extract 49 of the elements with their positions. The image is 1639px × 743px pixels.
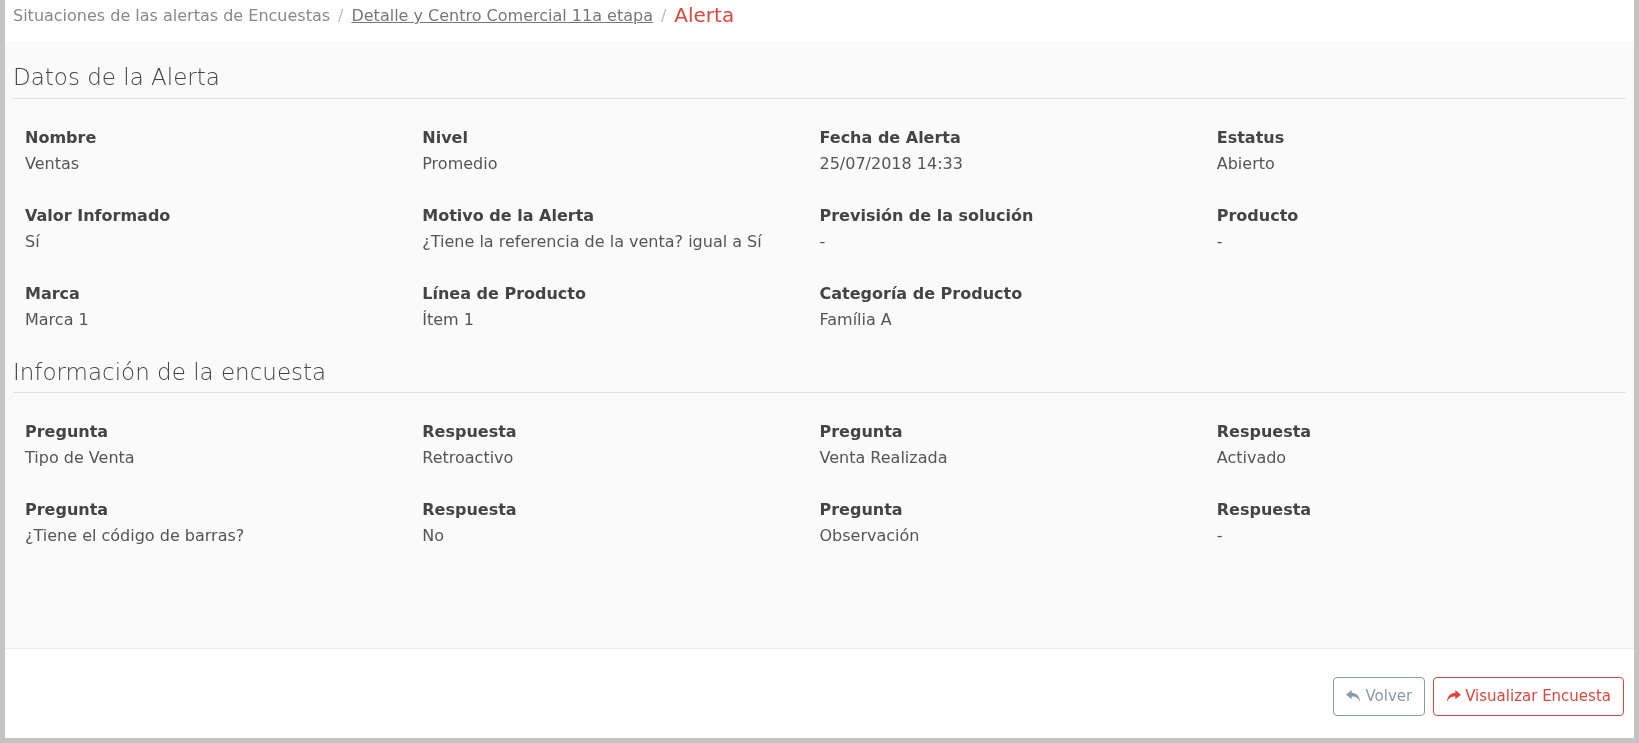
field-value: No (422, 525, 445, 548)
breadcrumb-current: Alerta (674, 4, 735, 26)
section-title: Datos de la Alerta (13, 64, 1626, 99)
field-label: Respuesta (1216, 499, 1313, 522)
field-label: Nivel (422, 126, 469, 149)
field-value: Retroactivo (422, 447, 515, 470)
field-label: Estatus (1216, 126, 1286, 149)
field-value: Marca 1 (25, 308, 90, 331)
field-label: Pregunta (819, 499, 904, 522)
field-label: Respuesta (422, 421, 518, 444)
field-label: Pregunta (819, 421, 904, 444)
field-value: Venta Realizada (819, 447, 949, 470)
breadcrumb-separator: / (338, 5, 344, 27)
field-label: Respuesta (422, 499, 518, 522)
field-value: Observación (819, 525, 921, 548)
field-label: Respuesta (1216, 421, 1313, 444)
field-value: ¿Tiene la referencia de la venta? igual a Sí (422, 230, 763, 253)
reply-icon (1346, 690, 1362, 703)
view-survey-button[interactable]: Visualizar Encuesta (1433, 677, 1624, 716)
breadcrumb-link[interactable]: Detalle y Centro Comercial 11a etapa (351, 4, 653, 28)
field-label: Línea de Producto (422, 282, 587, 305)
field-value: ¿Tiene el código de barras? (25, 525, 246, 548)
breadcrumb-separator: / (660, 5, 667, 27)
field-value: Ventas (25, 152, 81, 175)
field-label: Valor Informado (25, 204, 172, 227)
back-button[interactable]: Volver (1333, 677, 1426, 716)
field-value: Promedio (422, 152, 499, 175)
field-value: - (819, 230, 827, 253)
field-label: Pregunta (25, 499, 110, 522)
field-value: - (1216, 230, 1224, 253)
field-value: Abierto (1216, 152, 1276, 175)
field-value: - (1216, 525, 1224, 548)
breadcrumb-item: Situaciones de las alertas de Encuestas (13, 5, 331, 27)
field-label: Producto (1216, 204, 1300, 227)
field-label: Fecha de Alerta (819, 126, 962, 149)
field-value: Activado (1216, 447, 1288, 470)
field-value: Ítem 1 (422, 308, 475, 331)
field-label: Previsión de la solución (819, 204, 1035, 227)
field-value: Tipo de Venta (25, 447, 136, 470)
field-value: Sí (25, 230, 41, 253)
field-label: Categoría de Producto (819, 282, 1024, 305)
field-label: Marca (25, 282, 81, 305)
field-value: 25/07/2018 14:33 (819, 152, 964, 175)
forward-icon (1446, 690, 1462, 703)
field-label: Nombre (25, 126, 98, 149)
section-title: Información de la encuesta (13, 358, 1626, 394)
field-label: Pregunta (25, 421, 110, 444)
field-value: Família A (819, 308, 893, 331)
field-label: Motivo de la Alerta (422, 204, 596, 227)
